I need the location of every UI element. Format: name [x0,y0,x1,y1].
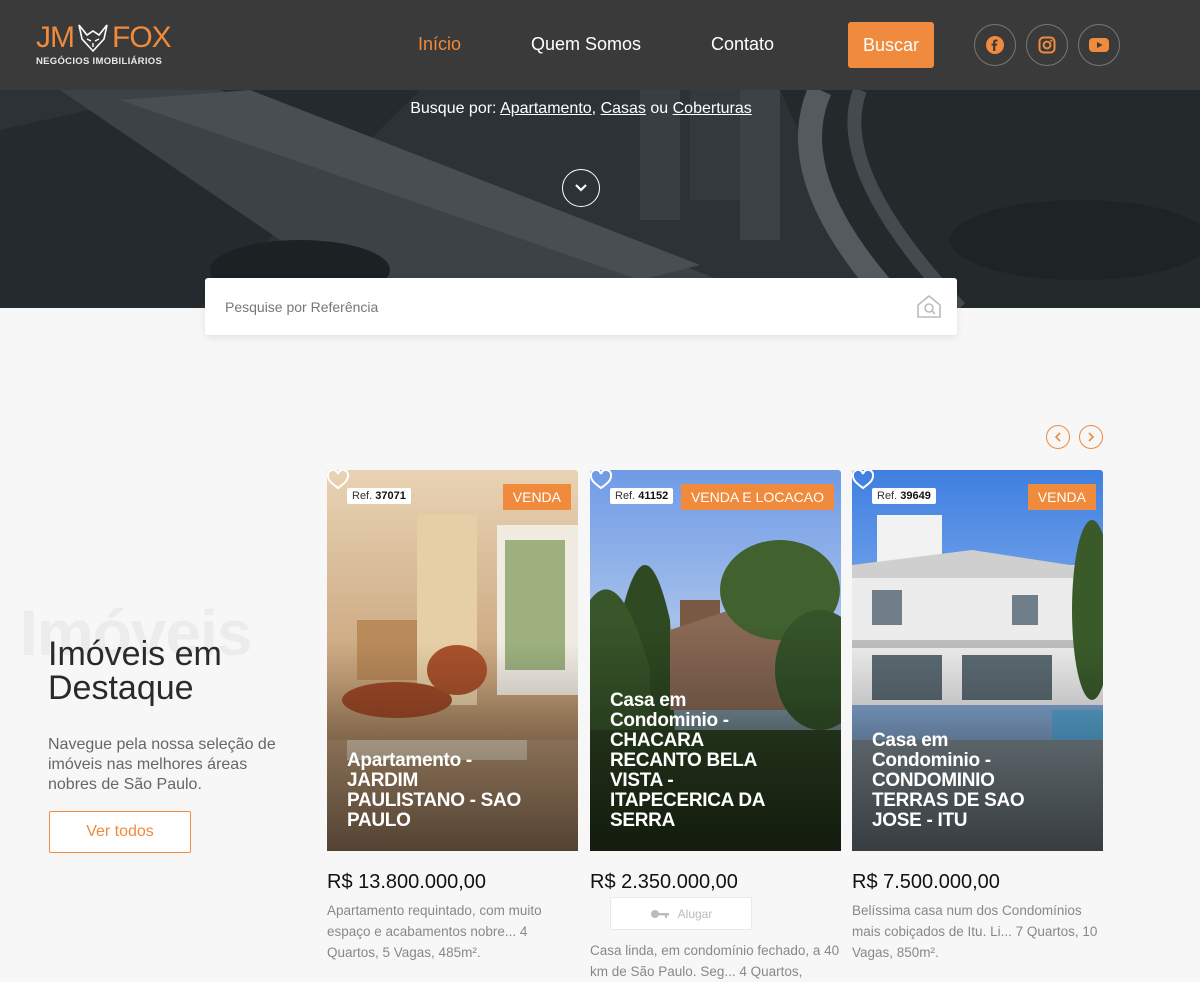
logo-text-jm: JM [36,21,75,54]
facebook-button[interactable] [974,24,1016,66]
chevron-right-icon [1088,432,1095,442]
carousel-next-button[interactable] [1079,425,1103,449]
hero-banner: Busque por: Apartamento, Casas ou Cobert… [0,90,1200,308]
heart-icon[interactable] [852,470,874,490]
youtube-button[interactable] [1078,24,1120,66]
heart-icon[interactable] [327,470,349,490]
link-apartamento[interactable]: Apartamento [500,100,592,117]
key-icon [650,909,669,918]
hero-sep: , [591,100,601,117]
city-highway-image [0,90,1200,308]
heart-icon[interactable] [590,470,612,490]
ref-label: Ref. [352,490,373,502]
chevron-down-icon [575,184,587,192]
type-badge: VENDA E LOCACAO [680,484,834,510]
property-price: R$ 2.350.000,00 [590,871,738,893]
scroll-down-button[interactable] [562,169,600,207]
nav-inicio[interactable]: Início [418,34,461,55]
hero-prefix: Busque por: [410,100,501,117]
ref-label: Ref. [877,490,898,502]
link-casas[interactable]: Casas [601,100,646,117]
alugar-label: Alugar [677,906,713,921]
property-price: R$ 7.500.000,00 [852,871,1000,893]
ref-number: 37071 [375,490,406,502]
link-coberturas[interactable]: Coberturas [673,100,752,117]
site-header: JM FOX NEGÓCIOS IMOBILIÁRIOS Início Quem… [0,0,1200,90]
ref-number: 39649 [900,490,931,502]
property-card[interactable]: Ref. 41152 VENDA E LOCACAO Casa em Condo… [590,470,841,982]
house-search-icon[interactable] [915,293,943,319]
hero-search-links: Busque por: Apartamento, Casas ou Cobert… [0,100,1162,118]
reference-search-bar [205,278,957,335]
property-image[interactable]: Ref. 39649 VENDA Casa em Condominio - CO… [852,470,1103,851]
buscar-button[interactable]: Buscar [848,22,934,68]
property-description: Belíssima casa num dos Condomínios mais … [852,903,1098,960]
logo-subtitle: NEGÓCIOS IMOBILIÁRIOS [36,56,163,67]
instagram-icon [1038,36,1056,54]
section-description: Navegue pela nossa seleção de imóveis na… [48,736,276,793]
ref-badge: Ref. 39649 [872,488,936,504]
property-image[interactable]: Ref. 37071 VENDA Apartamento - JARDIM PA… [327,470,578,851]
ref-badge: Ref. 37071 [347,488,411,504]
youtube-icon [1089,38,1109,52]
property-image[interactable]: Ref. 41152 VENDA E LOCACAO Casa em Condo… [590,470,841,851]
nav-contato[interactable]: Contato [711,34,774,55]
carousel-prev-button[interactable] [1046,425,1070,449]
property-card[interactable]: Ref. 39649 VENDA Casa em Condominio - CO… [852,470,1103,963]
property-title[interactable]: Casa em Condominio - CONDOMINIO TERRAS D… [872,731,1052,831]
property-price: R$ 13.800.000,00 [327,871,487,893]
instagram-button[interactable] [1026,24,1068,66]
type-badge: VENDA [502,484,571,510]
ref-badge: Ref. 41152 [610,488,674,504]
property-card[interactable]: Ref. 37071 VENDA Apartamento - JARDIM PA… [327,470,578,963]
property-description: Casa linda, em condomínio fechado, a 40 … [590,943,840,979]
nav-quem-somos[interactable]: Quem Somos [531,34,641,55]
type-badge: VENDA [1027,484,1096,510]
section-title: Imóveis em Destaque [48,635,222,707]
logo[interactable]: JM FOX NEGÓCIOS IMOBILIÁRIOS [36,22,186,72]
reference-search-input[interactable] [205,278,905,335]
fox-logo-icon [78,24,108,53]
alugar-button[interactable]: Alugar [610,897,752,930]
property-description: Apartamento requintado, com muito espaço… [327,903,542,960]
ver-todos-button[interactable]: Ver todos [49,811,191,853]
property-title[interactable]: Casa em Condominio - CHACARA RECANTO BEL… [610,691,790,831]
ref-number: 41152 [638,490,669,502]
facebook-icon [986,36,1004,54]
logo-text-fox: FOX [112,21,172,54]
chevron-left-icon [1054,432,1061,442]
property-title[interactable]: Apartamento - JARDIM PAULISTANO - SAO PA… [347,751,527,831]
ref-label: Ref. [615,490,636,502]
hero-sep: ou [645,100,673,117]
